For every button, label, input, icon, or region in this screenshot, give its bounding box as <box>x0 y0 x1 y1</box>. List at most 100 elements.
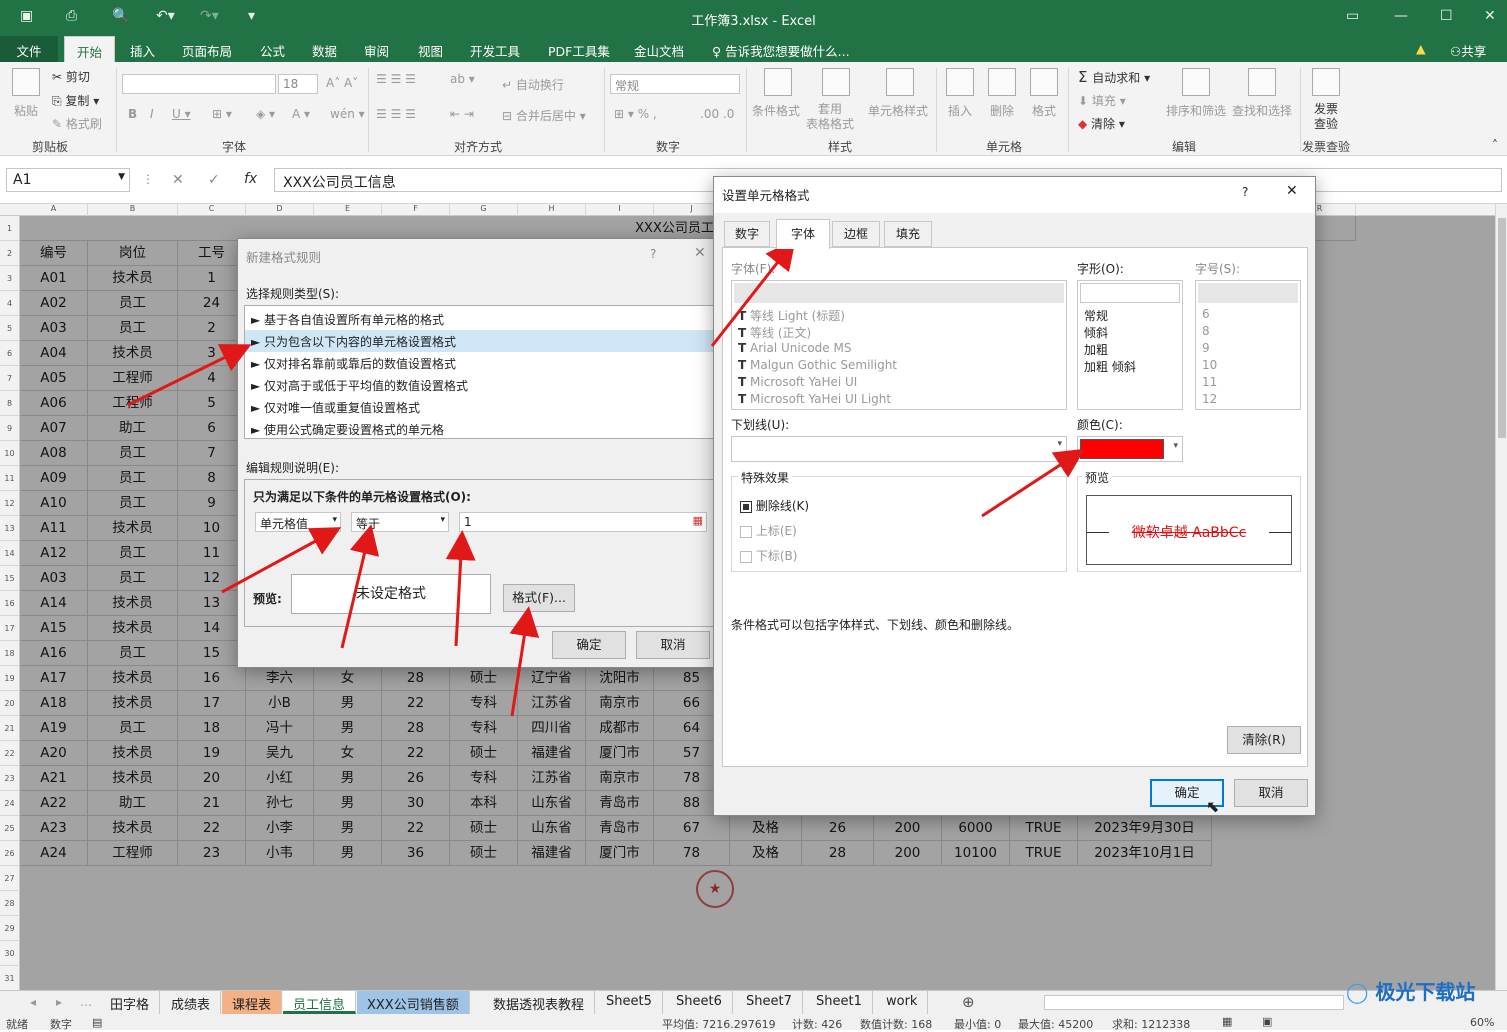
table-cell[interactable]: 21 <box>178 791 246 816</box>
table-cell[interactable]: A11 <box>20 516 88 541</box>
table-cell[interactable]: 男 <box>314 791 382 816</box>
conditional-format-icon[interactable] <box>764 68 792 96</box>
table-cell[interactable]: 及格 <box>730 816 802 841</box>
table-cell[interactable]: 2 <box>178 316 246 341</box>
table-cell[interactable]: 200 <box>874 816 942 841</box>
tab-kdocs[interactable]: 金山文档 <box>634 41 684 60</box>
font-size-combo[interactable]: 18 <box>278 74 318 94</box>
rule-type-item[interactable]: ► 仅对唯一值或重复值设置格式 <box>251 399 420 416</box>
font-list-item[interactable]: T Arial Unicode MS <box>738 341 851 355</box>
sheet-tab[interactable]: Sheet6 <box>666 991 733 1014</box>
table-cell[interactable]: 员工 <box>88 716 178 741</box>
table-cell[interactable]: 沈阳市 <box>586 666 654 691</box>
close-icon[interactable]: ✕ <box>1484 8 1496 24</box>
ribbon-display-icon[interactable]: ▭ <box>1346 8 1359 24</box>
tab-border[interactable]: 边框 <box>832 221 880 247</box>
table-cell[interactable]: 技术员 <box>88 666 178 691</box>
help-icon[interactable]: ? <box>650 247 656 261</box>
row-header[interactable]: 18 <box>0 641 20 666</box>
grow-font-icon[interactable]: A˄ A˅ <box>326 76 358 90</box>
tab-data[interactable]: 数据 <box>312 41 337 60</box>
table-cell[interactable]: A23 <box>20 816 88 841</box>
style-list-item[interactable]: 常规 <box>1084 307 1108 324</box>
table-cell[interactable]: 山东省 <box>518 816 586 841</box>
row-header[interactable]: 11 <box>0 466 20 491</box>
table-cell[interactable]: 四川省 <box>518 716 586 741</box>
cell-style-icon[interactable] <box>886 68 914 96</box>
table-cell[interactable]: A18 <box>20 691 88 716</box>
table-format-icon[interactable] <box>822 68 850 96</box>
table-cell[interactable]: 女 <box>314 666 382 691</box>
font-list-item[interactable]: T Microsoft YaHei UI Light <box>738 392 891 406</box>
number-format-combo[interactable]: 常规 <box>610 74 740 94</box>
zoom-level[interactable]: 60% <box>1470 1016 1494 1029</box>
underline-select[interactable]: ▾ <box>731 436 1067 462</box>
size-list[interactable]: 6 8 9 10 11 12 <box>1195 280 1301 410</box>
table-cell[interactable]: 6000 <box>942 816 1010 841</box>
tab-formulas[interactable]: 公式 <box>260 41 285 60</box>
rule-type-item-selected[interactable]: ► 只为包含以下内容的单元格设置格式 <box>245 330 713 352</box>
table-cell[interactable]: A19 <box>20 716 88 741</box>
table-cell[interactable]: 22 <box>382 816 450 841</box>
table-cell[interactable]: 10100 <box>942 841 1010 866</box>
table-cell[interactable]: 4 <box>178 366 246 391</box>
column-header-c[interactable]: C <box>178 204 246 216</box>
row-header[interactable]: 26 <box>0 841 20 866</box>
table-cell[interactable]: 3 <box>178 341 246 366</box>
table-cell[interactable]: 200 <box>874 841 942 866</box>
table-cell[interactable]: 厦门市 <box>586 841 654 866</box>
table-cell[interactable]: 20 <box>178 766 246 791</box>
vertical-scrollbar[interactable] <box>1495 204 1507 990</box>
table-cell[interactable]: 技术员 <box>88 516 178 541</box>
table-cell[interactable]: 专科 <box>450 691 518 716</box>
table-cell[interactable]: 67 <box>654 816 730 841</box>
table-cell[interactable]: A07 <box>20 416 88 441</box>
table-cell[interactable]: 专科 <box>450 766 518 791</box>
row-header[interactable]: 16 <box>0 591 20 616</box>
table-cell[interactable]: 员工 <box>88 316 178 341</box>
table-cell[interactable]: 22 <box>178 816 246 841</box>
macro-icon[interactable]: ▤ <box>92 1016 102 1029</box>
table-cell[interactable]: 青岛市 <box>586 816 654 841</box>
table-cell[interactable]: A24 <box>20 841 88 866</box>
table-cell[interactable]: 硕士 <box>450 741 518 766</box>
size-list-item[interactable]: 6 <box>1202 307 1210 321</box>
row-header[interactable]: 31 <box>0 966 20 990</box>
row-header[interactable]: 2 <box>0 241 20 266</box>
table-cell[interactable]: 员工 <box>88 566 178 591</box>
table-cell[interactable]: 冯十 <box>246 716 314 741</box>
size-list-item[interactable]: 9 <box>1202 341 1210 355</box>
table-cell[interactable]: 30 <box>382 791 450 816</box>
paste-button[interactable]: 粘贴 <box>14 102 38 119</box>
close-icon[interactable]: ✕ <box>694 245 706 261</box>
size-list-item[interactable]: 10 <box>1202 358 1217 372</box>
operator-select[interactable]: 等于 ▾ <box>351 512 449 532</box>
phonetic-icon[interactable]: wén ▾ <box>330 107 365 121</box>
table-cell[interactable]: 硕士 <box>450 666 518 691</box>
value-input[interactable]: 1 ▦ <box>459 512 707 532</box>
table-cell[interactable]: 男 <box>314 716 382 741</box>
table-cell[interactable]: 26 <box>802 816 874 841</box>
table-cell[interactable]: 员工 <box>88 466 178 491</box>
column-header-e[interactable]: E <box>314 204 382 216</box>
currency-icon[interactable]: ⊞ ▾ % , <box>614 107 657 121</box>
table-cell[interactable]: A09 <box>20 466 88 491</box>
table-cell[interactable]: 女 <box>314 741 382 766</box>
paste-icon[interactable] <box>12 68 40 96</box>
table-cell[interactable]: 南京市 <box>586 766 654 791</box>
warning-icon[interactable]: ▲ <box>1416 41 1426 56</box>
row-header[interactable]: 27 <box>0 866 20 891</box>
underline-button[interactable]: U ▾ <box>172 107 191 121</box>
delete-cells-button[interactable]: 删除 <box>990 102 1014 119</box>
tab-next-icon[interactable]: ▸ <box>56 995 62 1009</box>
table-cell[interactable]: 男 <box>314 841 382 866</box>
table-cell[interactable]: 22 <box>382 741 450 766</box>
table-cell[interactable]: 员工 <box>88 541 178 566</box>
table-cell[interactable]: 技术员 <box>88 616 178 641</box>
table-cell[interactable]: 吴九 <box>246 741 314 766</box>
tab-home[interactable]: 开始 <box>64 36 116 62</box>
column-header-h[interactable]: H <box>518 204 586 216</box>
find-select-button[interactable]: 查找和选择 <box>1232 102 1292 119</box>
sheet-tab[interactable]: Sheet1 <box>806 991 873 1014</box>
table-cell[interactable]: 助工 <box>88 416 178 441</box>
